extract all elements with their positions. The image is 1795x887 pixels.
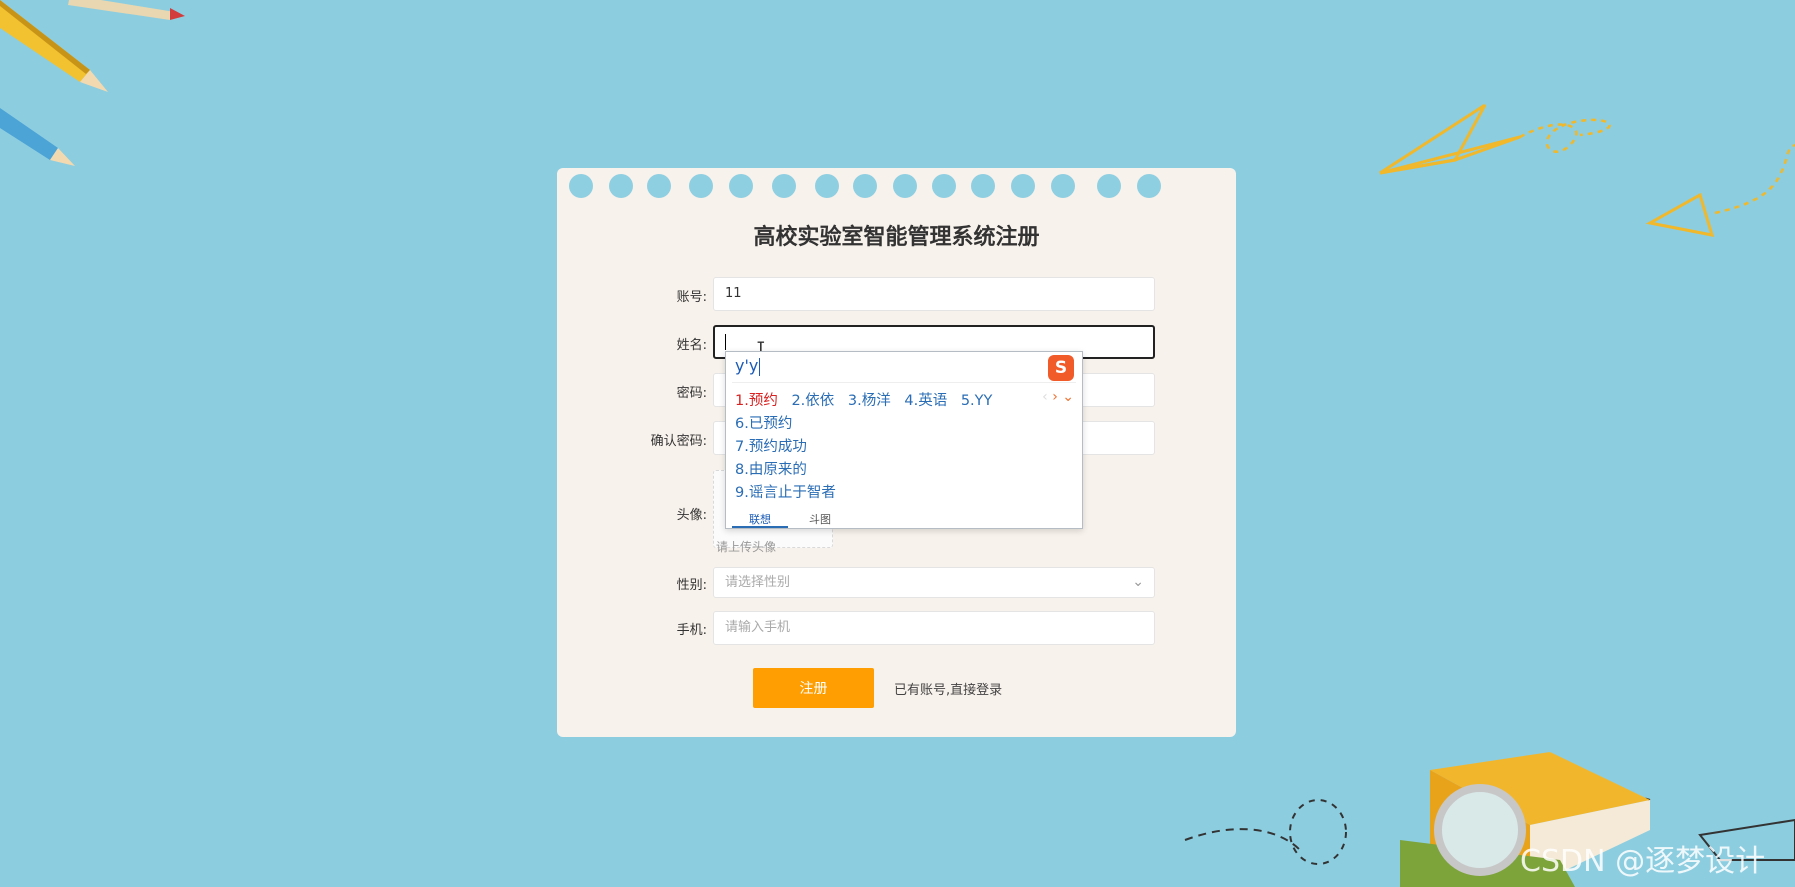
ime-candidate-popup: y'y S 1.预约 2.依依 3.杨洋 4.英语 5.YY ‹ › ⌄ 6.已… [725,351,1083,529]
account-label: 账号: [676,290,707,305]
watermark: CSDN @逐梦设计 [1520,844,1766,879]
ring-hole [853,174,877,198]
ime-candidate[interactable]: 6.已预约 [735,412,792,433]
phone-placeholder: 请输入手机 [725,620,791,635]
account-input[interactable]: 11 [713,277,1155,311]
ring-hole [772,174,796,198]
ring-hole [609,174,633,198]
ime-candidate[interactable]: 1.预约 [735,393,778,409]
phone-label: 手机: [676,623,707,638]
ring-hole [1137,174,1161,198]
paper-plane-decoration [1379,103,1795,237]
ring-hole [689,174,713,198]
ime-candidate[interactable]: 5.YY [961,393,993,409]
text-caret [725,333,726,350]
ime-candidate[interactable]: 3.杨洋 [848,393,891,409]
avatar-label: 头像: [676,508,707,523]
pencil-decoration [0,0,185,166]
ring-hole [647,174,671,198]
phone-input[interactable]: 请输入手机 [713,611,1155,645]
ring-hole [815,174,839,198]
ime-tabs: 联想 斗图 [732,508,932,528]
ime-candidate[interactable]: 7.预约成功 [735,435,807,456]
ime-composition: y'y [735,356,761,376]
ring-hole [729,174,753,198]
gender-select[interactable]: 请选择性别 ⌄ [713,567,1155,598]
ime-candidate[interactable]: 4.英语 [904,393,947,409]
ring-hole [1097,174,1121,198]
page-title: 高校实验室智能管理系统注册 [753,225,1040,250]
ring-hole [1051,174,1075,198]
ring-hole [893,174,917,198]
next-page-icon[interactable]: › [1052,389,1058,405]
ime-candidate[interactable]: 8.由原来的 [735,458,807,479]
sogou-logo-icon: S [1048,355,1074,381]
prev-page-icon[interactable]: ‹ [1042,389,1048,405]
ime-candidate[interactable]: 9.谣言止于智者 [735,481,836,502]
password-label: 密码: [676,386,707,401]
ring-hole [569,174,593,198]
gender-placeholder: 请选择性别 [725,575,791,590]
ime-tab-sticker[interactable]: 斗图 [792,511,848,527]
login-link[interactable]: 已有账号,直接登录 [894,679,1002,698]
chevron-down-icon: ⌄ [1132,574,1144,590]
ime-page-controls: ‹ › ⌄ [1042,389,1074,405]
ime-first-row: 1.预约 2.依依 3.杨洋 4.英语 5.YY [735,389,1001,410]
name-label: 姓名: [676,338,707,353]
ring-hole [1011,174,1035,198]
ring-hole [971,174,995,198]
notebook-rings [557,174,1236,204]
expand-icon[interactable]: ⌄ [1062,389,1074,405]
ime-tab-association[interactable]: 联想 [732,511,788,528]
ring-hole [932,174,956,198]
register-button[interactable]: 注册 [753,668,874,708]
ime-candidate[interactable]: 2.依依 [791,393,834,409]
gender-label: 性别: [676,578,707,593]
confirm-password-label: 确认密码: [650,434,707,449]
avatar-hint: 请上传头像 [716,540,777,554]
